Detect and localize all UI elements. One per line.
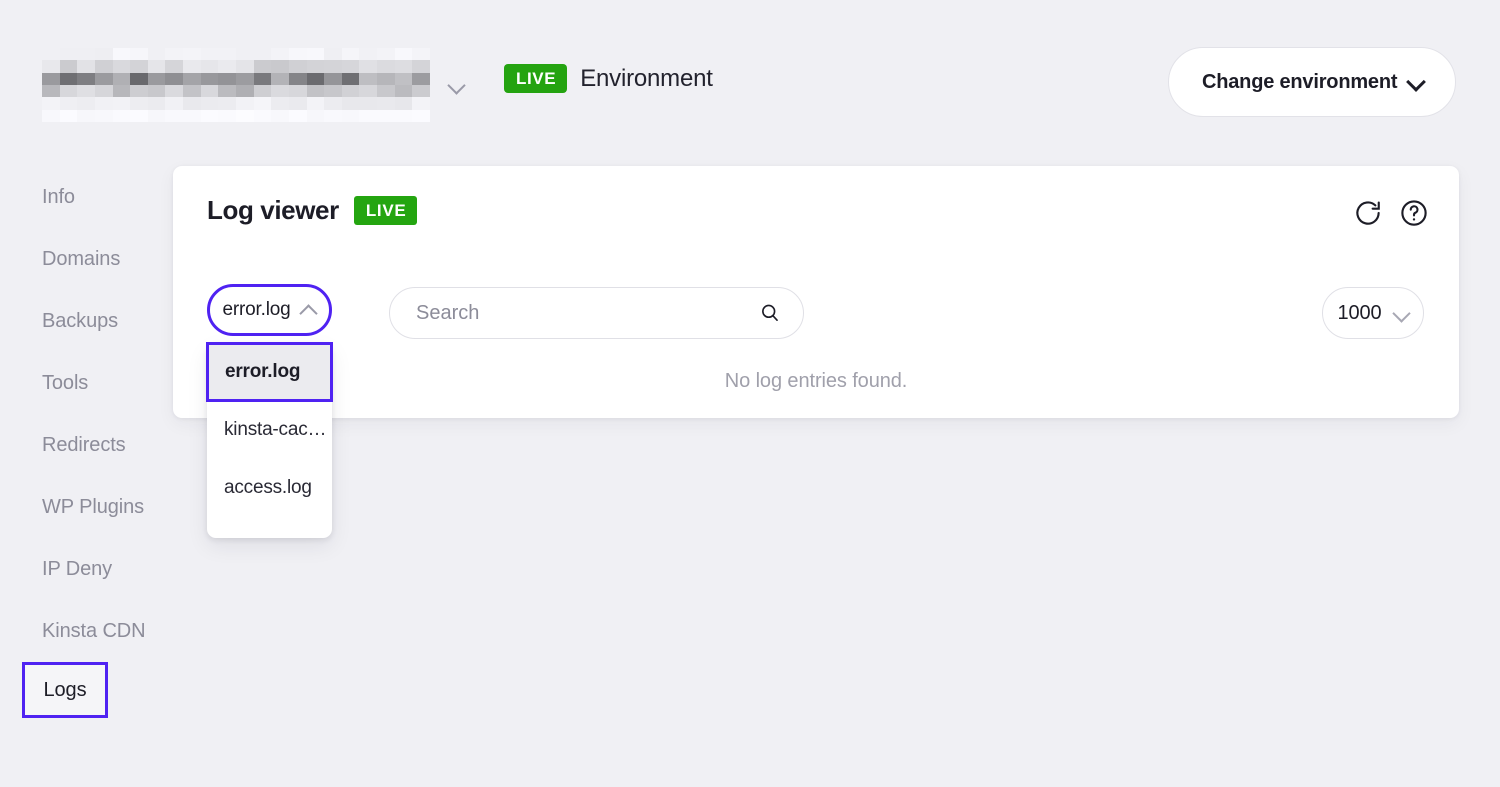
dropdown-option[interactable]: access.log (207, 459, 332, 517)
sidebar-item-label: Logs (43, 678, 87, 701)
sidebar-item-info[interactable]: Info (0, 166, 173, 228)
site-name-redacted (42, 48, 430, 122)
sidebar-item-label: Redirects (42, 433, 126, 456)
chevron-up-icon (301, 303, 316, 318)
chevron-down-icon (1394, 306, 1409, 321)
sidebar-item-label: WP Plugins (42, 495, 145, 518)
log-file-dropdown-menu: error.log kinsta-cac… access.log (206, 342, 333, 538)
sidebar-item-label: Tools (42, 371, 89, 394)
app-root: LIVE Environment Change environment Info… (0, 0, 1500, 787)
sidebar-item-label: Backups (42, 309, 119, 332)
environment-indicator: LIVE Environment (504, 64, 713, 93)
card-header: Log viewer LIVE (207, 195, 418, 226)
search-icon[interactable] (759, 302, 781, 324)
chevron-down-icon (1408, 74, 1425, 91)
sidebar-item-label: Kinsta CDN (42, 619, 146, 642)
sidebar-item-label: Info (42, 185, 75, 208)
sidebar-item-ip-deny[interactable]: IP Deny (0, 538, 173, 600)
page-header: LIVE Environment Change environment (0, 0, 1500, 166)
dropdown-option[interactable]: error.log (206, 342, 333, 402)
refresh-icon[interactable] (1353, 198, 1383, 228)
dropdown-option[interactable]: kinsta-cac… (207, 401, 332, 459)
sidebar-item-logs[interactable]: Logs (22, 662, 108, 718)
log-line-count-select[interactable]: 1000 (1322, 287, 1424, 339)
sidebar-item-domains[interactable]: Domains (0, 228, 173, 290)
empty-state-message: No log entries found. (724, 370, 908, 392)
search-input[interactable] (416, 301, 759, 325)
card-actions (1353, 198, 1429, 228)
status-badge-live: LIVE (504, 64, 568, 93)
search-box[interactable] (389, 287, 804, 339)
sidebar-nav: Info Domains Backups Tools Redirects WP Plugi… (0, 166, 173, 718)
status-badge-live: LIVE (353, 196, 418, 225)
log-viewer-card: Log viewer LIVE error.log Search 1000 No… (173, 166, 1459, 418)
sidebar-item-backups[interactable]: Backups (0, 290, 173, 352)
sidebar-item-redirects[interactable]: Redirects (0, 414, 173, 476)
sidebar-item-kinsta-cdn[interactable]: Kinsta CDN (0, 600, 173, 662)
log-controls: error.log 1000 (207, 284, 1425, 339)
log-file-select-value: error.log (222, 299, 291, 320)
chevron-down-icon[interactable] (448, 76, 466, 94)
change-environment-button[interactable]: Change environment (1168, 47, 1456, 117)
log-line-count-value: 1000 (1337, 301, 1382, 324)
sidebar-item-label: IP Deny (42, 557, 113, 580)
site-selector[interactable] (42, 48, 466, 122)
help-circle-icon[interactable] (1399, 198, 1429, 228)
environment-label: Environment (580, 64, 713, 92)
sidebar-item-wp-plugins[interactable]: WP Plugins (0, 476, 173, 538)
page-title: Log viewer (207, 195, 339, 225)
sidebar-item-label: Domains (42, 247, 121, 270)
log-file-select[interactable]: error.log (207, 284, 332, 336)
change-environment-label: Change environment (1202, 70, 1398, 93)
sidebar-item-tools[interactable]: Tools (0, 352, 173, 414)
